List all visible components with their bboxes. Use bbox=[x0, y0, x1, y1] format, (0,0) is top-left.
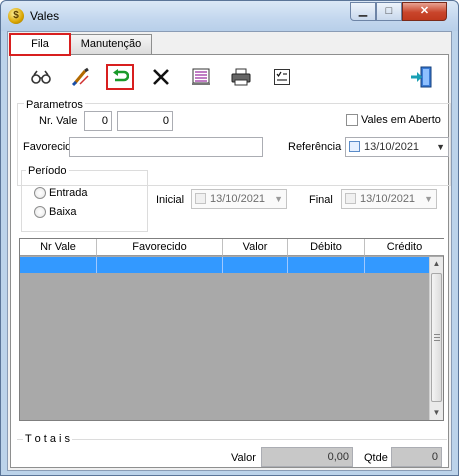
referencia-label: Referência bbox=[288, 141, 342, 153]
final-label: Final bbox=[309, 194, 333, 206]
final-date: 13/10/2021 bbox=[360, 193, 416, 205]
inicial-label: Inicial bbox=[156, 194, 185, 206]
exit-door-icon[interactable] bbox=[407, 64, 435, 90]
tab-manutencao[interactable]: Manutenção bbox=[70, 34, 152, 54]
vales-grid[interactable]: Nr Vale Favorecido Valor Débito Crédito … bbox=[19, 238, 444, 421]
scroll-down-arrow-icon[interactable]: ▼ bbox=[430, 406, 443, 420]
final-checkbox[interactable] bbox=[345, 193, 356, 204]
favorecido-input[interactable] bbox=[69, 137, 263, 157]
window-title: Vales bbox=[30, 9, 60, 23]
chevron-down-icon[interactable]: ▼ bbox=[436, 138, 445, 156]
qtde-label: Qtde bbox=[364, 452, 388, 464]
vales-em-aberto-label: Vales em Aberto bbox=[361, 114, 441, 126]
vales-window: $ Vales ▁ □ ✕ Fila Manutenção Parametros… bbox=[0, 0, 459, 476]
inicial-date: 13/10/2021 bbox=[210, 193, 266, 205]
chevron-down-icon[interactable]: ▼ bbox=[274, 190, 283, 208]
vales-em-aberto-checkbox[interactable] bbox=[346, 114, 358, 126]
chevron-down-icon[interactable]: ▼ bbox=[424, 190, 433, 208]
column-header-credito[interactable]: Crédito bbox=[365, 239, 444, 256]
grid-vertical-scrollbar[interactable]: ▲ ▼ bbox=[429, 257, 443, 420]
table-row-cell[interactable] bbox=[97, 257, 223, 273]
referencia-date-picker[interactable]: 13/10/2021 ▼ bbox=[345, 137, 449, 157]
entrada-radio[interactable] bbox=[34, 187, 46, 199]
entrada-label: Entrada bbox=[49, 187, 88, 199]
minimize-button[interactable]: ▁ bbox=[350, 2, 376, 21]
money-bag-icon: $ bbox=[8, 8, 24, 24]
delete-x-icon[interactable] bbox=[147, 64, 175, 90]
nr-vale-label: Nr. Vale bbox=[39, 115, 78, 127]
close-button[interactable]: ✕ bbox=[402, 2, 447, 21]
column-header-favorecido[interactable]: Favorecido bbox=[97, 239, 223, 256]
tab-fila[interactable]: Fila bbox=[9, 33, 71, 56]
table-row-cell[interactable] bbox=[365, 257, 430, 273]
column-header-nr-vale[interactable]: Nr Vale bbox=[20, 239, 97, 256]
report-icon[interactable] bbox=[187, 64, 215, 90]
inicial-date-picker[interactable]: 13/10/2021 ▼ bbox=[191, 189, 287, 209]
undo-arrow-icon[interactable] bbox=[106, 64, 134, 90]
parametros-legend: Parametros bbox=[24, 99, 85, 111]
column-header-valor[interactable]: Valor bbox=[223, 239, 288, 256]
periodo-legend: Período bbox=[26, 165, 69, 177]
column-header-debito[interactable]: Débito bbox=[288, 239, 365, 256]
printer-icon[interactable] bbox=[227, 64, 255, 90]
checklist-icon[interactable] bbox=[268, 64, 296, 90]
client-area: Fila Manutenção Parametros Nr. Vale 0 0 … bbox=[7, 31, 452, 471]
inicial-checkbox[interactable] bbox=[195, 193, 206, 204]
final-date-picker[interactable]: 13/10/2021 ▼ bbox=[341, 189, 437, 209]
nr-vale-to-input[interactable]: 0 bbox=[117, 111, 173, 131]
referencia-date: 13/10/2021 bbox=[364, 141, 420, 153]
title-bar[interactable]: $ Vales ▁ □ ✕ bbox=[1, 1, 458, 31]
baixa-label: Baixa bbox=[49, 206, 77, 218]
qtde-total-field: 0 bbox=[391, 447, 442, 467]
scroll-up-arrow-icon[interactable]: ▲ bbox=[430, 257, 443, 271]
scroll-thumb[interactable] bbox=[431, 273, 442, 402]
totais-legend: T o t a i s bbox=[23, 433, 73, 445]
maximize-button[interactable]: □ bbox=[376, 2, 402, 21]
binoculars-icon[interactable] bbox=[27, 64, 55, 90]
table-row-cell[interactable] bbox=[288, 257, 365, 273]
table-row-cell[interactable] bbox=[223, 257, 288, 273]
baixa-radio[interactable] bbox=[34, 206, 46, 218]
tab-panel-fila: Parametros Nr. Vale 0 0 Vales em Aberto … bbox=[10, 54, 451, 468]
referencia-checkbox[interactable] bbox=[349, 141, 360, 152]
valor-label: Valor bbox=[231, 452, 256, 464]
periodo-group bbox=[21, 170, 148, 232]
nr-vale-from-input[interactable]: 0 bbox=[84, 111, 112, 131]
table-row-cell[interactable] bbox=[20, 257, 97, 273]
edit-brush-icon[interactable] bbox=[67, 64, 95, 90]
valor-total-field: 0,00 bbox=[261, 447, 353, 467]
